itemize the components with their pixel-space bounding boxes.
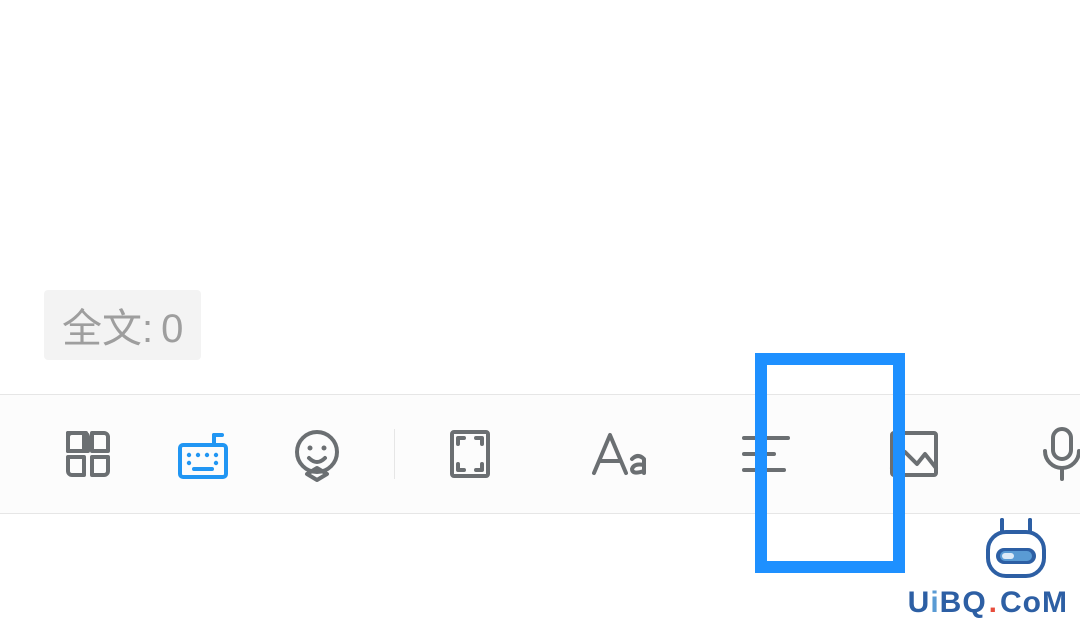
align-button[interactable] bbox=[721, 409, 811, 499]
word-count-label: 全文: bbox=[62, 296, 153, 354]
watermark-dot1: . bbox=[987, 586, 1000, 619]
word-count-badge: 全文: 0 bbox=[44, 290, 201, 360]
watermark-seg1: U bbox=[908, 586, 931, 619]
mic-icon bbox=[1039, 425, 1080, 483]
font-button[interactable] bbox=[573, 409, 663, 499]
assistant-icon bbox=[289, 426, 345, 482]
watermark-seg3: CoM bbox=[1000, 586, 1068, 619]
watermark: UiBQ.CoM bbox=[908, 586, 1068, 620]
fullscreen-icon bbox=[446, 426, 494, 482]
image-button[interactable] bbox=[869, 409, 959, 499]
keyboard-button[interactable] bbox=[158, 409, 248, 499]
assistant-button[interactable] bbox=[272, 409, 362, 499]
keyboard-icon bbox=[174, 425, 232, 483]
mic-button[interactable] bbox=[1017, 409, 1080, 499]
apps-icon bbox=[62, 427, 116, 481]
watermark-seg2: BQ bbox=[940, 586, 987, 619]
align-icon bbox=[740, 432, 792, 476]
toolbar-divider bbox=[394, 429, 395, 479]
image-icon bbox=[887, 428, 941, 480]
editor-toolbar bbox=[0, 394, 1080, 514]
word-count-value: 0 bbox=[161, 307, 183, 352]
apps-button[interactable] bbox=[44, 409, 134, 499]
watermark-i: i bbox=[930, 586, 939, 619]
mascot-icon bbox=[980, 518, 1052, 582]
fullscreen-button[interactable] bbox=[425, 409, 515, 499]
font-icon bbox=[588, 427, 648, 481]
